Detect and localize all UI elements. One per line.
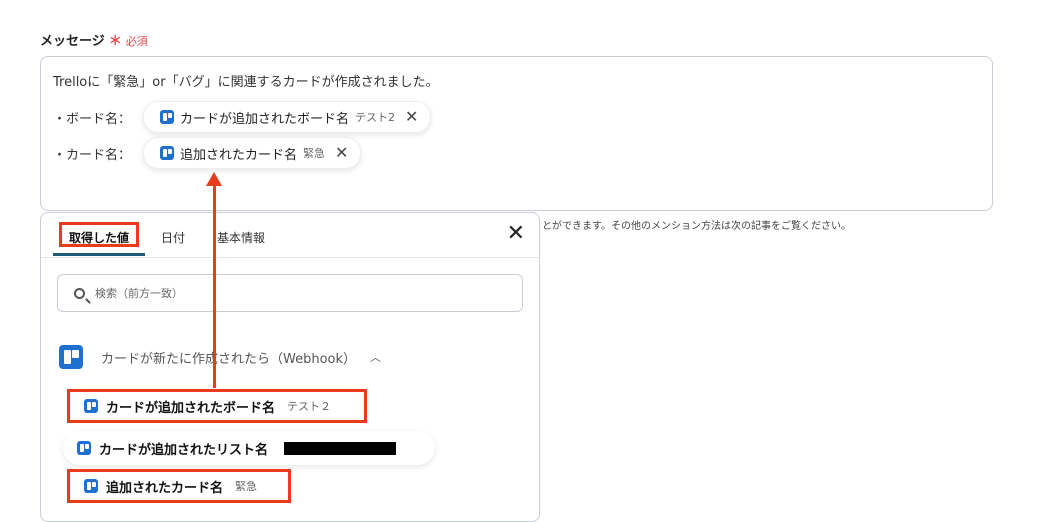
- close-icon[interactable]: ✕: [507, 223, 525, 245]
- variable-picker-panel: 取得した値 日付 基本情報 ✕ 検索（前方一致） カードが新たに作成されたら（W…: [40, 212, 540, 522]
- trigger-group-header[interactable]: カードが新たに作成されたら（Webhook） ︿: [59, 345, 381, 369]
- chip-remove-icon[interactable]: ✕: [405, 109, 418, 125]
- message-field-label: メッセージ＊必須: [40, 30, 148, 49]
- tab-highlight-box: [59, 222, 139, 247]
- chip-label: 追加されたカード名: [180, 147, 298, 163]
- trello-icon: [59, 345, 83, 369]
- chip-remove-icon[interactable]: ✕: [335, 145, 348, 161]
- required-asterisk: ＊: [108, 34, 122, 49]
- required-badge: 必須: [125, 35, 148, 48]
- row-label: ・ボード名：: [53, 111, 132, 127]
- item-value: 緊急: [235, 480, 258, 493]
- redacted-value: [284, 441, 397, 455]
- message-line-1: Trelloに「緊急」or「バグ」に関連するカードが作成されました。: [53, 75, 439, 90]
- trello-icon: [77, 441, 91, 455]
- message-textarea[interactable]: Trelloに「緊急」or「バグ」に関連するカードが作成されました。 ・ボード名…: [40, 56, 993, 211]
- item-label: 追加されたカード名: [106, 480, 224, 496]
- item-value: テスト２: [287, 400, 332, 413]
- group-title: カードが新たに作成されたら（Webhook）: [101, 351, 357, 367]
- variable-chip-card-name[interactable]: 追加されたカード名 緊急 ✕: [143, 137, 362, 169]
- trello-icon: [84, 479, 98, 493]
- tab-date[interactable]: 日付: [161, 229, 185, 246]
- active-tab-indicator: [53, 253, 145, 256]
- value-item-list-name[interactable]: カードが追加されたリスト名: [63, 431, 435, 465]
- trello-icon: [160, 146, 175, 160]
- search-placeholder: 検索（前方一致）: [95, 287, 183, 300]
- helper-text: とができます。その他のメンション方法は次の記事をご覧ください。: [542, 221, 851, 232]
- chip-label: カードが追加されたボード名: [180, 111, 350, 127]
- chip-value: テスト2: [355, 111, 396, 124]
- message-row-card: ・カード名： 追加されたカード名 緊急 ✕: [53, 137, 362, 169]
- tab-bar: 取得した値 日付 基本情報 ✕: [41, 213, 539, 258]
- field-label-text: メッセージ: [40, 34, 105, 49]
- annotation-arrow-head: [206, 172, 222, 186]
- chip-value: 緊急: [303, 147, 326, 160]
- variable-chip-board-name[interactable]: カードが追加されたボード名 テスト2 ✕: [143, 101, 432, 133]
- chevron-up-icon[interactable]: ︿: [370, 349, 381, 365]
- trello-icon: [160, 110, 175, 124]
- search-input[interactable]: 検索（前方一致）: [57, 274, 523, 312]
- search-icon: [74, 287, 85, 299]
- trello-icon: [84, 399, 98, 413]
- message-row-board: ・ボード名： カードが追加されたボード名 テスト2 ✕: [53, 101, 432, 133]
- item-label: カードが追加されたリスト名: [99, 442, 269, 458]
- value-item-board-name[interactable]: カードが追加されたボード名 テスト２: [67, 389, 367, 423]
- annotation-arrow-line: [213, 183, 216, 388]
- tab-basic-info[interactable]: 基本情報: [217, 229, 265, 246]
- value-item-card-name[interactable]: 追加されたカード名 緊急: [67, 469, 291, 503]
- row-label: ・カード名：: [53, 147, 132, 163]
- item-label: カードが追加されたボード名: [106, 400, 276, 416]
